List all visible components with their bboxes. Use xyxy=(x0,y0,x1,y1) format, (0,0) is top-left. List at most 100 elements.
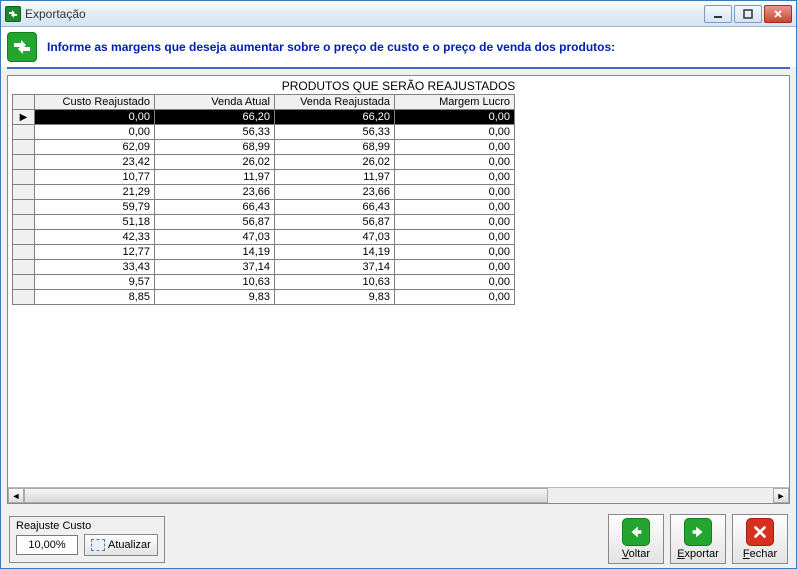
maximize-button[interactable] xyxy=(734,5,762,23)
table-cell[interactable]: 12,77 xyxy=(35,245,155,260)
table-cell[interactable]: 66,20 xyxy=(275,110,395,125)
table-cell[interactable]: 26,02 xyxy=(275,155,395,170)
table-cell[interactable]: 9,83 xyxy=(275,290,395,305)
table-cell[interactable]: 37,14 xyxy=(275,260,395,275)
table-cell[interactable]: 0,00 xyxy=(395,230,515,245)
window-title: Exportação xyxy=(25,7,86,21)
scroll-left-button[interactable]: ◄ xyxy=(8,488,24,503)
table-cell[interactable]: 9,57 xyxy=(35,275,155,290)
column-header[interactable]: Venda Reajustada xyxy=(275,95,395,110)
table-cell[interactable]: 33,43 xyxy=(35,260,155,275)
table-cell[interactable]: 10,63 xyxy=(275,275,395,290)
column-header[interactable]: Custo Reajustado xyxy=(35,95,155,110)
minimize-button[interactable] xyxy=(704,5,732,23)
arrow-right-icon xyxy=(684,518,712,546)
table-row[interactable]: 9,5710,6310,630,00 xyxy=(13,275,515,290)
table-cell[interactable]: 51,18 xyxy=(35,215,155,230)
table-cell[interactable]: 66,43 xyxy=(155,200,275,215)
table-cell[interactable]: 23,66 xyxy=(275,185,395,200)
row-indicator xyxy=(13,260,35,275)
table-row[interactable]: ▶0,0066,2066,200,00 xyxy=(13,110,515,125)
table-cell[interactable]: 0,00 xyxy=(395,170,515,185)
table-cell[interactable]: 0,00 xyxy=(395,290,515,305)
table-cell[interactable]: 56,33 xyxy=(155,125,275,140)
grid-title: PRODUTOS QUE SERÃO REAJUSTADOS xyxy=(8,76,789,94)
header: Informe as margens que deseja aumentar s… xyxy=(1,27,796,67)
footer: Reajuste Custo Atualizar Voltar Exportar… xyxy=(1,510,796,568)
app-icon xyxy=(5,6,21,22)
separator xyxy=(7,67,790,69)
table-row[interactable]: 8,859,839,830,00 xyxy=(13,290,515,305)
row-indicator xyxy=(13,125,35,140)
table-cell[interactable]: 0,00 xyxy=(35,125,155,140)
table-cell[interactable]: 56,87 xyxy=(155,215,275,230)
update-button[interactable]: Atualizar xyxy=(84,534,158,556)
table-cell[interactable]: 0,00 xyxy=(395,140,515,155)
table-cell[interactable]: 0,00 xyxy=(395,155,515,170)
table-cell[interactable]: 14,19 xyxy=(275,245,395,260)
table-row[interactable]: 12,7714,1914,190,00 xyxy=(13,245,515,260)
table-cell[interactable]: 56,87 xyxy=(275,215,395,230)
back-button-label: Voltar xyxy=(622,548,650,560)
table-cell[interactable]: 62,09 xyxy=(35,140,155,155)
table-row[interactable]: 23,4226,0226,020,00 xyxy=(13,155,515,170)
table-cell[interactable]: 68,99 xyxy=(275,140,395,155)
table-cell[interactable]: 0,00 xyxy=(395,245,515,260)
header-instruction: Informe as margens que deseja aumentar s… xyxy=(47,40,615,54)
export-window: Exportação Informe as margens que deseja… xyxy=(0,0,797,569)
table-cell[interactable]: 21,29 xyxy=(35,185,155,200)
table-row[interactable]: 42,3347,0347,030,00 xyxy=(13,230,515,245)
products-table[interactable]: Custo ReajustadoVenda AtualVenda Reajust… xyxy=(12,94,515,305)
horizontal-scrollbar[interactable]: ◄ ► xyxy=(8,487,789,503)
table-cell[interactable]: 0,00 xyxy=(395,200,515,215)
close-window-button[interactable] xyxy=(764,5,792,23)
table-cell[interactable]: 0,00 xyxy=(395,125,515,140)
back-button[interactable]: Voltar xyxy=(608,514,664,564)
table-cell[interactable]: 11,97 xyxy=(155,170,275,185)
table-cell[interactable]: 0,00 xyxy=(35,110,155,125)
close-button-label: Fechar xyxy=(743,548,777,560)
table-cell[interactable]: 10,63 xyxy=(155,275,275,290)
window-controls xyxy=(704,5,792,23)
column-header[interactable]: Margem Lucro xyxy=(395,95,515,110)
table-cell[interactable]: 0,00 xyxy=(395,260,515,275)
grid-area: PRODUTOS QUE SERÃO REAJUSTADOS Custo Rea… xyxy=(8,76,789,487)
table-cell[interactable]: 42,33 xyxy=(35,230,155,245)
table-row[interactable]: 59,7966,4366,430,00 xyxy=(13,200,515,215)
scroll-track[interactable] xyxy=(24,488,773,503)
table-cell[interactable]: 0,00 xyxy=(395,215,515,230)
table-cell[interactable]: 68,99 xyxy=(155,140,275,155)
table-cell[interactable]: 9,83 xyxy=(155,290,275,305)
table-cell[interactable]: 47,03 xyxy=(275,230,395,245)
table-cell[interactable]: 47,03 xyxy=(155,230,275,245)
table-cell[interactable]: 14,19 xyxy=(155,245,275,260)
table-cell[interactable]: 26,02 xyxy=(155,155,275,170)
table-row[interactable]: 0,0056,3356,330,00 xyxy=(13,125,515,140)
table-row[interactable]: 51,1856,8756,870,00 xyxy=(13,215,515,230)
table-row[interactable]: 21,2923,6623,660,00 xyxy=(13,185,515,200)
table-cell[interactable]: 0,00 xyxy=(395,185,515,200)
scroll-thumb[interactable] xyxy=(24,488,548,503)
table-row[interactable]: 33,4337,1437,140,00 xyxy=(13,260,515,275)
table-cell[interactable]: 8,85 xyxy=(35,290,155,305)
reajuste-input[interactable] xyxy=(16,535,78,555)
table-cell[interactable]: 23,42 xyxy=(35,155,155,170)
table-cell[interactable]: 37,14 xyxy=(155,260,275,275)
table-row[interactable]: 62,0968,9968,990,00 xyxy=(13,140,515,155)
close-button[interactable]: Fechar xyxy=(732,514,788,564)
scroll-right-button[interactable]: ► xyxy=(773,488,789,503)
table-cell[interactable]: 0,00 xyxy=(395,275,515,290)
row-indicator xyxy=(13,170,35,185)
table-cell[interactable]: 66,43 xyxy=(275,200,395,215)
table-cell[interactable]: 56,33 xyxy=(275,125,395,140)
table-cell[interactable]: 23,66 xyxy=(155,185,275,200)
table-cell[interactable]: 0,00 xyxy=(395,110,515,125)
table-cell[interactable]: 66,20 xyxy=(155,110,275,125)
table-cell[interactable]: 10,77 xyxy=(35,170,155,185)
table-cell[interactable]: 11,97 xyxy=(275,170,395,185)
table-cell[interactable]: 59,79 xyxy=(35,200,155,215)
arrow-left-icon xyxy=(622,518,650,546)
export-button[interactable]: Exportar xyxy=(670,514,726,564)
column-header[interactable]: Venda Atual xyxy=(155,95,275,110)
table-row[interactable]: 10,7711,9711,970,00 xyxy=(13,170,515,185)
